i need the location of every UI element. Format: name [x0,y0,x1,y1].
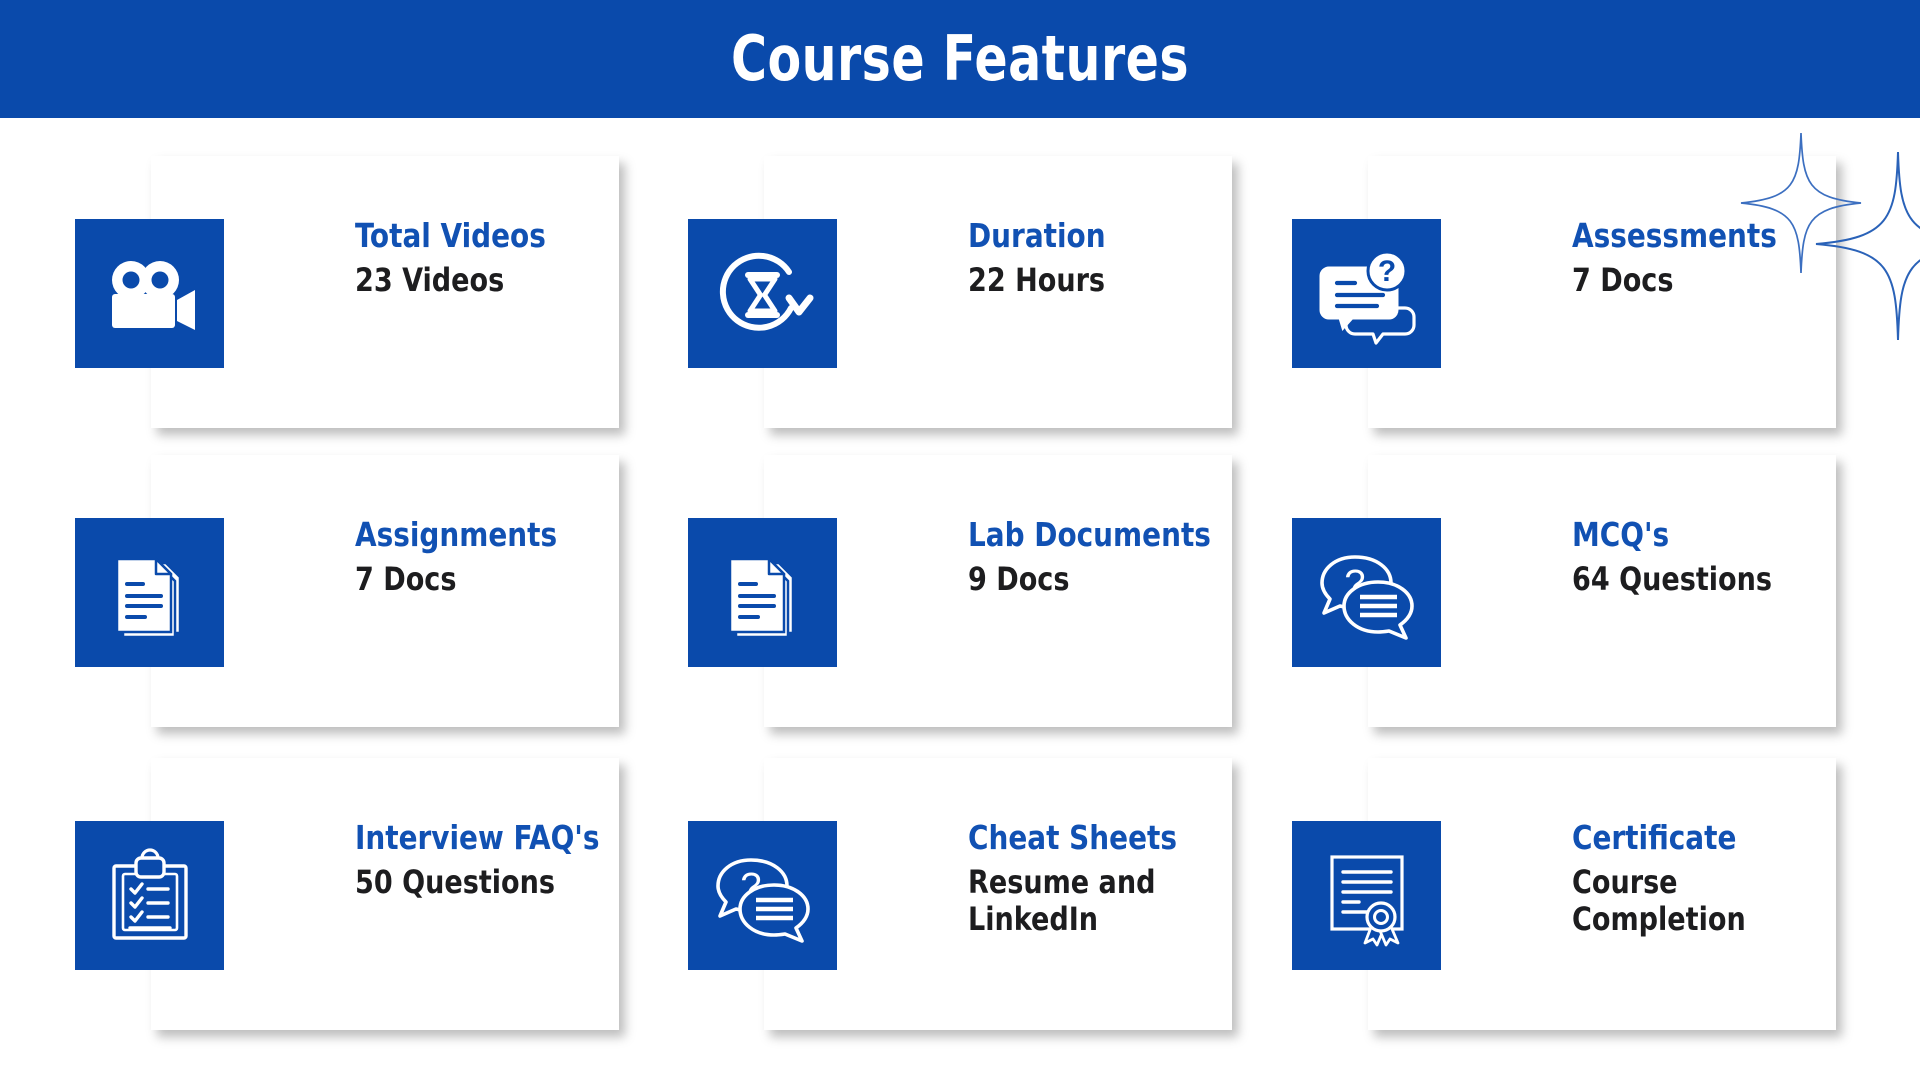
feature-card-mcqs[interactable]: ? MCQ's 64 Questions [1292,455,1836,727]
card-label: Interview FAQ's [355,818,600,857]
card-text-block: MCQ's 64 Questions [1572,515,1822,598]
card-value: 23 Videos [355,260,505,299]
svg-text:?: ? [1377,255,1395,288]
card-text-block: Certificate Course Completion [1572,818,1822,939]
page-title: Course Features [730,22,1190,95]
card-label: Assessments [1572,216,1777,255]
card-label: MCQ's [1572,515,1670,554]
page-header: Course Features [0,0,1920,118]
feature-card-assessments[interactable]: ? Assessments 7 Docs [1292,156,1836,428]
clipboard-checklist-icon [75,821,224,970]
card-value: 7 Docs [1572,260,1674,299]
video-camera-icon [75,219,224,368]
documents-stack-icon [75,518,224,667]
feature-card-interview-faqs[interactable]: Interview FAQ's 50 Questions [75,758,619,1030]
card-text-block: Cheat Sheets Resume and LinkedIn [968,818,1218,939]
feature-card-total-videos[interactable]: Total Videos 23 Videos [75,156,619,428]
feature-card-cheat-sheets[interactable]: ? Cheat Sheets Resume and LinkedIn [688,758,1232,1030]
card-text-block: Duration 22 Hours [968,216,1218,299]
card-value: 9 Docs [968,559,1070,598]
feature-card-assignments[interactable]: Assignments 7 Docs [75,455,619,727]
documents-stack-icon [688,518,837,667]
card-value: 22 Hours [968,260,1106,299]
card-label: Cheat Sheets [968,818,1177,857]
card-label: Lab Documents [968,515,1211,554]
card-text-block: Assignments 7 Docs [355,515,605,598]
card-value: Resume and LinkedIn [968,862,1156,939]
feature-card-lab-documents[interactable]: Lab Documents 9 Docs [688,455,1232,727]
card-label: Total Videos [355,216,546,255]
card-value: 64 Questions [1572,559,1772,598]
speech-bubble-question-icon: ? [1292,219,1441,368]
features-grid: Total Videos 23 Videos Duration 22 Hours [0,0,1920,1080]
chat-bubbles-question-icon: ? [1292,518,1441,667]
hourglass-refresh-icon [688,219,837,368]
chat-bubbles-question-icon: ? [688,821,837,970]
card-text-block: Total Videos 23 Videos [355,216,605,299]
card-text-block: Interview FAQ's 50 Questions [355,818,605,901]
card-label: Assignments [355,515,558,554]
card-value: 50 Questions [355,862,555,901]
card-value: 7 Docs [355,559,457,598]
feature-card-duration[interactable]: Duration 22 Hours [688,156,1232,428]
card-label: Duration [968,216,1106,255]
card-value: Course Completion [1572,862,1746,939]
card-text-block: Lab Documents 9 Docs [968,515,1218,598]
certificate-ribbon-icon [1292,821,1441,970]
feature-card-certificate[interactable]: Certificate Course Completion [1292,758,1836,1030]
card-text-block: Assessments 7 Docs [1572,216,1822,299]
card-label: Certificate [1572,818,1737,857]
